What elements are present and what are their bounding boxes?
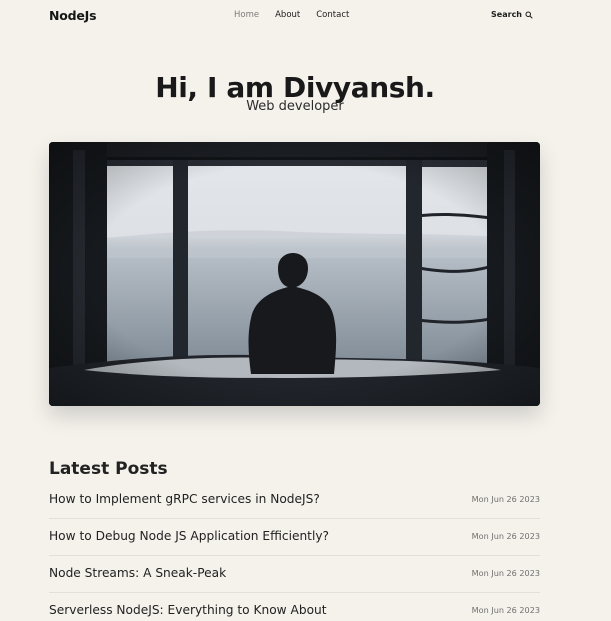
post-date: Mon Jun 26 2023 [471, 531, 540, 541]
site-logo[interactable]: NodeJs [49, 8, 97, 23]
post-date: Mon Jun 26 2023 [471, 605, 540, 615]
post-title[interactable]: How to Debug Node JS Application Efficie… [49, 529, 329, 543]
post-date: Mon Jun 26 2023 [471, 494, 540, 504]
hero-image [49, 142, 540, 406]
post-item[interactable]: Node Streams: A Sneak-Peak Mon Jun 26 20… [49, 556, 540, 593]
post-item[interactable]: Serverless NodeJS: Everything to Know Ab… [49, 593, 540, 621]
search-button[interactable]: Search [491, 10, 533, 19]
posts-list: How to Implement gRPC services in NodeJS… [49, 482, 540, 621]
post-date: Mon Jun 26 2023 [471, 568, 540, 578]
post-title[interactable]: How to Implement gRPC services in NodeJS… [49, 492, 320, 506]
post-item[interactable]: How to Implement gRPC services in NodeJS… [49, 482, 540, 519]
main-nav: Home About Contact [234, 10, 349, 20]
nav-home[interactable]: Home [234, 10, 259, 20]
post-title[interactable]: Serverless NodeJS: Everything to Know Ab… [49, 603, 327, 617]
nav-about[interactable]: About [275, 10, 300, 20]
nav-contact[interactable]: Contact [316, 10, 349, 20]
hero-subtitle: Web developer [246, 99, 344, 114]
site-header: NodeJs Home About Contact Search [49, 0, 540, 32]
post-title[interactable]: Node Streams: A Sneak-Peak [49, 566, 226, 580]
search-label: Search [491, 10, 522, 19]
post-item[interactable]: How to Debug Node JS Application Efficie… [49, 519, 540, 556]
page: NodeJs Home About Contact Search Hi, I a… [0, 0, 611, 621]
hero-illustration [49, 142, 540, 406]
search-icon [525, 11, 533, 18]
latest-posts-title: Latest Posts [49, 459, 168, 480]
